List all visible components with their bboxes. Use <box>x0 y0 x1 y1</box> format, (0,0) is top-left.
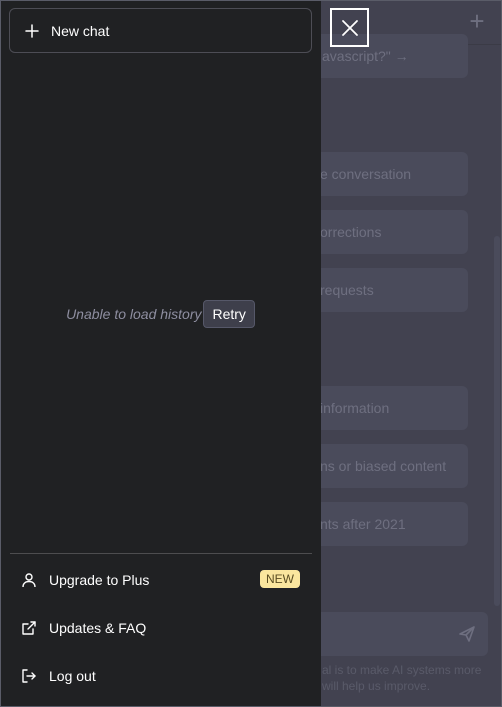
updates-faq-link[interactable]: Updates & FAQ <box>9 608 312 648</box>
close-sidebar-button[interactable] <box>330 8 369 47</box>
new-chat-button[interactable]: New chat <box>9 8 312 53</box>
new-chat-label: New chat <box>51 22 110 39</box>
menu-item-label: Log out <box>49 668 96 684</box>
new-badge: NEW <box>260 570 300 588</box>
close-icon <box>341 19 358 36</box>
user-icon <box>22 573 36 588</box>
menu-item-label: Updates & FAQ <box>49 620 147 636</box>
history-error-text: Unable to load history <box>66 306 202 322</box>
sidebar: New chat Unable to load history Retry Up… <box>0 0 321 707</box>
menu-item-label: Upgrade to Plus <box>49 572 150 588</box>
logout-icon <box>22 669 36 683</box>
history-status: Unable to load history Retry <box>0 299 321 329</box>
sidebar-divider <box>10 553 312 554</box>
upgrade-to-plus-button[interactable]: Upgrade to Plus NEW <box>9 560 312 600</box>
external-link-icon <box>22 621 36 635</box>
retry-button[interactable]: Retry <box>203 300 255 328</box>
logout-button[interactable]: Log out <box>9 656 312 696</box>
plus-icon <box>25 23 39 38</box>
